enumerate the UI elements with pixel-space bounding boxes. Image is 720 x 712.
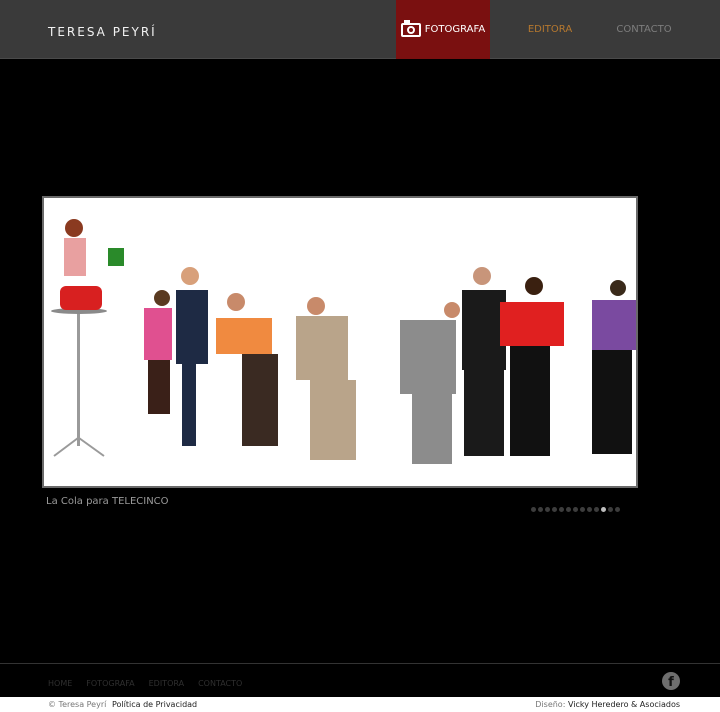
footer-nav: HOME FOTOGRAFA EDITORA CONTACTO [48,679,242,688]
site-brand[interactable]: TERESA PEYRÍ [48,25,157,39]
slide-dot[interactable] [573,507,578,512]
footer-nav-contacto[interactable]: CONTACTO [198,679,242,688]
gallery-photo[interactable] [42,196,638,488]
facebook-icon[interactable]: f [662,672,680,690]
slide-dot[interactable] [608,507,613,512]
slide-pagination [531,507,620,512]
slide-dot[interactable] [545,507,550,512]
slide-dot[interactable] [538,507,543,512]
footer-nav-editora[interactable]: EDITORA [149,679,184,688]
privacy-link[interactable]: Política de Privacidad [112,700,197,709]
slide-dot[interactable] [580,507,585,512]
top-navigation-bar: TERESA PEYRÍ FOTOGRAFA EDITORA CONTACTO [0,0,720,59]
photo-caption: La Cola para TELECINCO [46,496,169,507]
footer-nav-fotografa[interactable]: FOTOGRAFA [86,679,134,688]
footer-divider [0,663,720,664]
footer-bottom-bar: © Teresa Peyrí Política de Privacidad Di… [0,697,720,712]
nav-fotografa-label: FOTOGRAFA [424,24,486,35]
nav-editora[interactable]: EDITORA [510,0,590,59]
nav-contacto[interactable]: CONTACTO [604,0,684,59]
copyright-text: © Teresa Peyrí [48,700,107,709]
slide-dot[interactable] [594,507,599,512]
designer-link[interactable]: Vicky Heredero & Asociados [568,700,680,709]
design-credit: Diseño: Vicky Heredero & Asociados [535,700,680,709]
slide-dot[interactable] [559,507,564,512]
slide-dot[interactable] [531,507,536,512]
camera-icon [400,19,421,37]
slide-dot[interactable] [601,507,606,512]
nav-fotografa[interactable]: FOTOGRAFA [396,0,490,59]
slide-dot[interactable] [615,507,620,512]
design-label: Diseño: [535,700,566,709]
slide-dot[interactable] [587,507,592,512]
slide-dot[interactable] [552,507,557,512]
group-photo-illustration [44,198,636,486]
footer-nav-home[interactable]: HOME [48,679,72,688]
slide-dot[interactable] [566,507,571,512]
